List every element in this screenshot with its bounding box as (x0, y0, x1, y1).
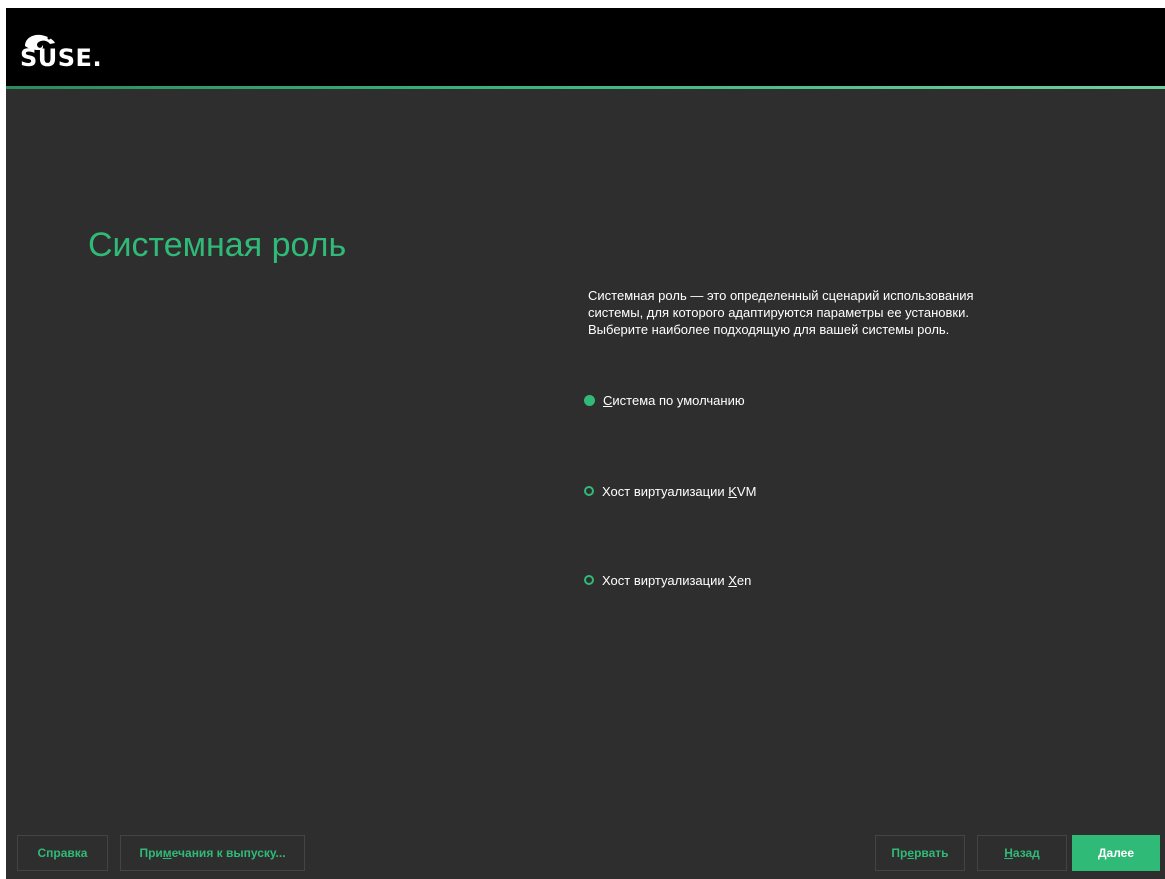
radio-kvm-host[interactable]: Хост виртуализации KVM (584, 481, 756, 501)
help-button[interactable]: Справка (17, 835, 108, 871)
header-accent-line (6, 86, 1165, 89)
suse-logo: SUSE. (20, 38, 102, 78)
installer-window: SUSE. Системная роль Системная роль — эт… (6, 8, 1165, 879)
description-line: Системная роль — это определенный сценар… (588, 288, 974, 303)
radio-xen-host[interactable]: Хост виртуализации Xen (584, 570, 751, 590)
back-button[interactable]: Назад (977, 835, 1067, 871)
description-line: системы, для которого адаптируются парам… (588, 305, 969, 320)
radio-unchecked-icon[interactable] (584, 486, 594, 496)
next-button[interactable]: Далее (1072, 835, 1160, 871)
radio-unchecked-icon[interactable] (584, 575, 594, 585)
radio-label: Хост виртуализации Xen (602, 572, 752, 588)
radio-label: Хост виртуализации KVM (602, 483, 757, 499)
abort-button[interactable]: Пр е рвать (875, 835, 965, 871)
release-notes-button[interactable]: При м ечания к выпуску... (120, 835, 305, 871)
logo-dot: . (92, 44, 103, 72)
radio-default-system[interactable]: Система по умолчанию (584, 390, 745, 410)
role-description: Системная роль — это определенный сценар… (588, 287, 1058, 338)
radio-label: Система по умолчанию (603, 392, 745, 408)
page-title: Системная роль (88, 226, 347, 264)
radio-checked-icon[interactable] (584, 394, 595, 406)
description-line: Выберите наиболее подходящую для вашей с… (588, 322, 950, 337)
header-bar: SUSE. (6, 8, 1165, 86)
logo-text: SUSE (20, 44, 93, 72)
